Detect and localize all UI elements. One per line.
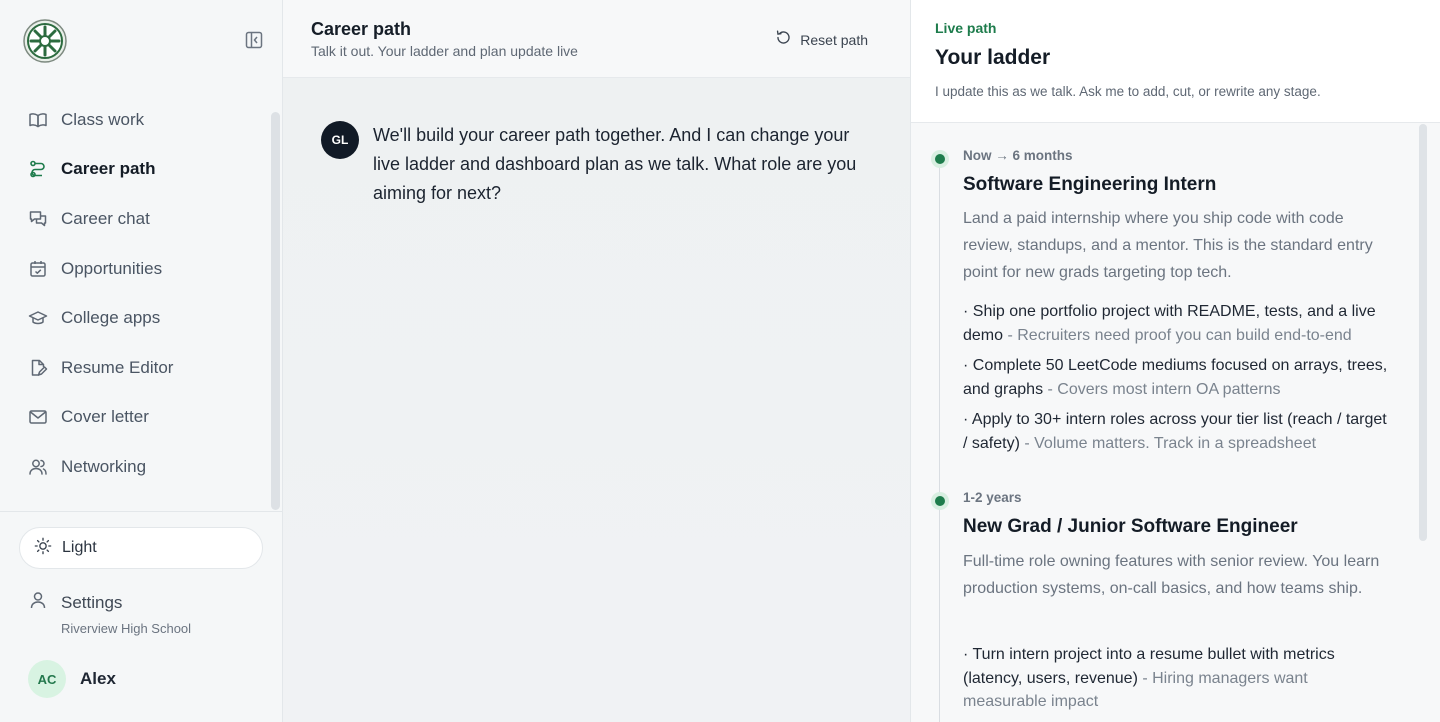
page-subtitle: Talk it out. Your ladder and plan update…: [311, 43, 578, 59]
page-title: Career path: [311, 19, 412, 39]
book-icon: [28, 110, 48, 130]
sidebar-item-label: Resume Editor: [61, 357, 174, 377]
sidebar-item-career-chat[interactable]: Career chat: [0, 194, 270, 244]
sidebar-item-label: College apps: [61, 308, 161, 328]
reset-path-button[interactable]: Reset path: [775, 29, 868, 51]
chat-icon: [28, 209, 48, 229]
file-edit-icon: [28, 358, 48, 378]
sidebar-item-networking[interactable]: Networking: [0, 442, 270, 492]
sidebar-nav: Class work Career path Career chat Oppor…: [0, 95, 270, 492]
user-name: Alex: [80, 669, 116, 688]
mail-icon: [28, 407, 48, 427]
sidebar-item-label: Career path: [61, 159, 156, 179]
theme-label: Light: [62, 539, 97, 556]
sidebar-item-label: Opportunities: [61, 258, 163, 278]
stage-timeframe: Now → 6 months: [963, 148, 1073, 163]
list-item: · Turn intern project into a resume bull…: [963, 643, 1393, 714]
calendar-check-icon: [28, 259, 48, 279]
assistant-message: GL We'll build your career path together…: [321, 121, 861, 208]
live-path-kicker: Live path: [935, 20, 997, 36]
sidebar-divider: [0, 511, 283, 512]
user-profile[interactable]: AC Alex: [28, 660, 116, 698]
stage-title: New Grad / Junior Software Engineer: [963, 516, 1298, 537]
list-item: · Ship one portfolio project with README…: [963, 300, 1393, 347]
sidebar-item-opportunities[interactable]: Opportunities: [0, 244, 270, 294]
list-item: · Complete 50 LeetCode mediums focused o…: [963, 354, 1393, 401]
panel-scrollbar[interactable]: [1419, 124, 1427, 541]
message-text: We'll build your career path together. A…: [373, 125, 857, 203]
stage-dot: [931, 492, 949, 510]
graduation-cap-icon: [28, 308, 48, 328]
sidebar-item-class-work[interactable]: Class work: [0, 95, 270, 145]
settings-label: Settings: [61, 592, 123, 612]
sun-icon: [34, 537, 52, 560]
sidebar-item-cover-letter[interactable]: Cover letter: [0, 393, 270, 443]
reset-icon: [775, 29, 792, 51]
sidebar-item-label: Networking: [61, 456, 147, 476]
bullet-reason: - Covers most intern OA patterns: [1043, 380, 1281, 398]
school-name: Riverview High School: [61, 621, 192, 636]
reset-path-label: Reset path: [800, 32, 868, 48]
list-item: · Apply to 30+ intern roles across your …: [963, 408, 1393, 455]
user-icon: [28, 590, 48, 615]
chat-pane: Career path Talk it out. Your ladder and…: [283, 0, 910, 722]
theme-toggle-button[interactable]: Light: [19, 527, 263, 569]
ladder-header: Live path Your ladder I update this as w…: [911, 0, 1440, 123]
school-logo[interactable]: [23, 19, 67, 63]
ladder-panel: Live path Your ladder I update this as w…: [910, 0, 1440, 722]
sidebar-item-label: Class work: [61, 109, 145, 129]
sidebar-item-career-path[interactable]: Career path: [0, 145, 270, 195]
stage-title: Software Engineering Intern: [963, 174, 1217, 195]
stage-description: Land a paid internship where you ship co…: [963, 210, 1373, 281]
avatar: AC: [28, 660, 66, 698]
sidebar-item-college-apps[interactable]: College apps: [0, 293, 270, 343]
stage-description: Full-time role owning features with seni…: [963, 553, 1380, 597]
sidebar: Class work Career path Career chat Oppor…: [0, 0, 283, 722]
route-icon: [28, 159, 48, 179]
settings-item[interactable]: Settings Riverview High School: [28, 590, 258, 636]
bullet-reason: - Recruiters need proof you can build en…: [1003, 326, 1352, 344]
sidebar-item-label: Cover letter: [61, 407, 149, 427]
assistant-avatar: GL: [321, 121, 359, 159]
stage-bullets: · Turn intern project into a resume bull…: [963, 643, 1393, 721]
collapse-sidebar-icon[interactable]: [244, 30, 264, 50]
ladder-title: Your ladder: [935, 46, 1051, 69]
chat-header: Career path Talk it out. Your ladder and…: [283, 0, 910, 78]
sidebar-scrollbar[interactable]: [271, 112, 280, 510]
sidebar-item-resume-editor[interactable]: Resume Editor: [0, 343, 270, 393]
stage-bullets: · Ship one portfolio project with README…: [963, 300, 1393, 462]
ladder-subtitle: I update this as we talk. Ask me to add,…: [935, 84, 1321, 99]
stage-dot: [931, 150, 949, 168]
bullet-reason: - Volume matters. Track in a spreadsheet: [1019, 434, 1317, 452]
users-icon: [28, 457, 48, 477]
timeline-line: [939, 160, 940, 722]
sidebar-item-label: Career chat: [61, 208, 150, 228]
stage-timeframe: 1-2 years: [963, 490, 1022, 505]
